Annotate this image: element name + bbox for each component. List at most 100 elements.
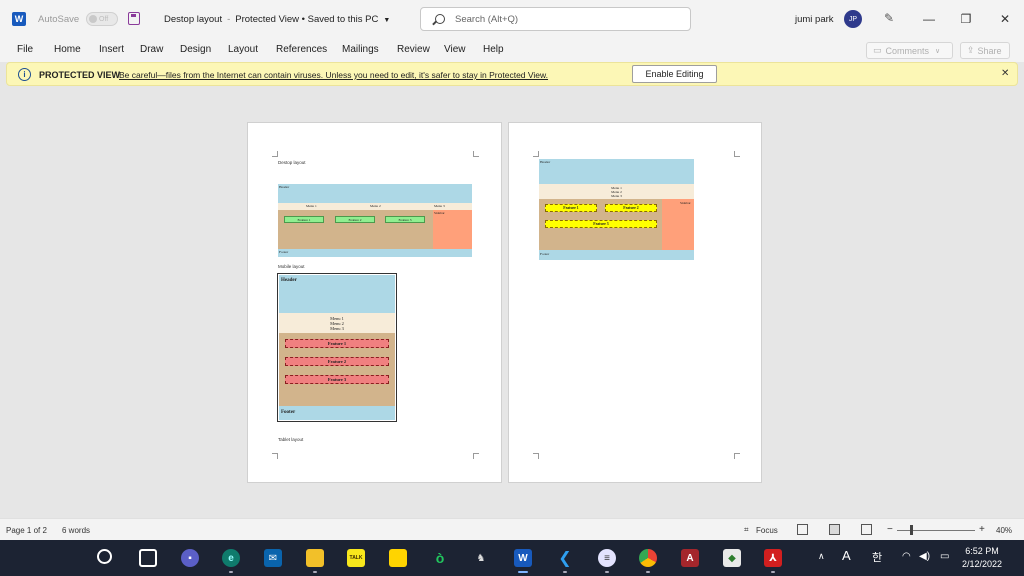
tab-review[interactable]: Review [397, 44, 430, 55]
tab-mailings[interactable]: Mailings [342, 44, 379, 55]
desktop-menu-bar: Menu 1 Menu 2 Menu 3 [278, 203, 472, 210]
chevron-down-icon: ▼ [383, 17, 391, 24]
focus-button[interactable]: Focus [756, 526, 778, 535]
tablet-header: Header [539, 159, 694, 184]
desktop-feature-1: Feature 1 [284, 216, 324, 223]
chevron-down-icon: ∨ [935, 47, 941, 55]
desktop-feature-2: Feature 2 [335, 216, 375, 223]
running-indicator [229, 571, 233, 573]
mobile-frame: Header Menu 1 Menu 2 Menu 3 Feature 1 Fe… [277, 273, 397, 422]
mobile-footer-label: Footer [281, 410, 296, 415]
read-mode-icon[interactable] [797, 524, 808, 535]
zoom-level[interactable]: 40% [996, 526, 1012, 535]
tab-file[interactable]: File [17, 44, 33, 55]
comments-button[interactable]: ▭ Comments ∨ [866, 42, 953, 59]
font-tray-icon[interactable]: A [842, 548, 851, 563]
teams-chat-icon[interactable]: ▪ [181, 549, 199, 567]
close-button[interactable]: ✕ [990, 6, 1020, 32]
minimize-button[interactable]: — [914, 6, 944, 32]
page-count[interactable]: Page 1 of 2 [6, 526, 47, 535]
crop-mark [473, 453, 479, 459]
tablet-sidebar: Sidebar [662, 199, 694, 250]
crop-mark [533, 453, 539, 459]
desktop-menu-2: Menu 2 [370, 204, 381, 208]
avatar[interactable]: JP [844, 10, 862, 28]
search-box[interactable]: Search (Alt+Q) [420, 7, 691, 31]
tablet-feature-2: Feature 2 [605, 204, 657, 212]
zoom-slider-thumb[interactable] [910, 525, 913, 535]
save-icon[interactable] [128, 12, 140, 25]
volume-icon[interactable]: ◀) [919, 551, 930, 562]
enable-editing-button[interactable]: Enable Editing [632, 65, 717, 83]
tab-help[interactable]: Help [483, 44, 504, 55]
mobile-feature-3: Feature 3 [285, 375, 389, 384]
zoom-in-button[interactable]: + [979, 524, 985, 535]
document-page-1[interactable]: Destop layout Header Menu 1 Menu 2 Menu … [247, 122, 502, 483]
tablet-layout-caption: Tablet layout [278, 437, 304, 442]
mobile-header: Header [279, 275, 395, 313]
chrome-icon[interactable] [639, 549, 657, 567]
task-view-icon[interactable] [139, 549, 157, 567]
tab-insert[interactable]: Insert [99, 44, 124, 55]
zoom-slider[interactable] [897, 530, 975, 531]
file-explorer-icon[interactable] [306, 549, 324, 567]
mobile-feature-1: Feature 1 [285, 339, 389, 348]
clock-time: 6:52 PM [965, 546, 999, 556]
zoom-out-button[interactable]: − [887, 524, 893, 535]
search-placeholder: Search (Alt+Q) [455, 13, 519, 25]
mobile-header-label: Header [281, 278, 297, 283]
tab-home[interactable]: Home [54, 44, 81, 55]
focus-icon: ⌗ [744, 525, 749, 534]
user-name[interactable]: jumi park [795, 14, 834, 25]
share-label: Share [977, 45, 1002, 56]
paint-icon[interactable]: ◆ [723, 549, 741, 567]
game-app-icon[interactable]: ♞ [472, 549, 490, 567]
mobile-menu-3: Menu 3 [330, 325, 344, 331]
desktop-header-label: Header [279, 185, 290, 189]
web-layout-icon[interactable] [861, 524, 872, 535]
desktop-sidebar: Sidebar [433, 210, 472, 249]
search-icon[interactable] [97, 549, 112, 564]
app-icon[interactable]: ≡ [598, 549, 616, 567]
autosave-toggle[interactable]: Off [86, 12, 118, 26]
pen-icon[interactable]: ✎ [884, 11, 894, 25]
protected-view-message[interactable]: Be careful—files from the Internet can c… [119, 70, 548, 80]
ime-tray-icon[interactable]: 한 [872, 549, 882, 565]
print-layout-icon[interactable] [829, 524, 840, 535]
vscode-icon[interactable]: ❮ [556, 549, 574, 567]
tab-layout[interactable]: Layout [228, 44, 258, 55]
kakaotalk-icon[interactable]: TALK [347, 549, 365, 567]
tab-references[interactable]: References [276, 44, 327, 55]
status-bar: Page 1 of 2 6 words ⌗ Focus − + 40% [0, 518, 1024, 540]
sticky-notes-icon[interactable] [389, 549, 407, 567]
tab-view[interactable]: View [444, 44, 466, 55]
autosave-label: AutoSave [38, 14, 80, 25]
share-icon: ⇪ [967, 45, 975, 55]
mobile-menu: Menu 1 Menu 2 Menu 3 [279, 313, 395, 333]
word-icon[interactable]: W [514, 549, 532, 567]
clock[interactable]: 6:52 PM 2/12/2022 [962, 545, 1002, 571]
chevron-up-icon[interactable]: ∧ [818, 551, 825, 562]
green-app-icon[interactable]: ò [431, 549, 449, 567]
share-button[interactable]: ⇪ Share [960, 42, 1010, 59]
tablet-menu-3: Menu 3 [611, 193, 622, 198]
protected-view-title: PROTECTED VIEW [39, 70, 121, 80]
tab-design[interactable]: Design [180, 44, 211, 55]
restore-button[interactable]: ❐ [951, 6, 981, 32]
windows-start-icon[interactable] [56, 549, 73, 566]
word-count[interactable]: 6 words [62, 526, 90, 535]
document-page-2[interactable]: Header Menu 1 Menu 2 Menu 3 Feature 1 Fe… [508, 122, 762, 483]
mail-icon[interactable]: ✉ [264, 549, 282, 567]
desktop-content: Feature 1 Feature 2 Feature 3 [278, 210, 433, 249]
wifi-icon[interactable]: ◠ [902, 551, 911, 562]
battery-icon[interactable]: ▭ [940, 551, 949, 562]
access-icon[interactable]: A [681, 549, 699, 567]
edge-icon[interactable]: e [222, 549, 240, 567]
search-icon [435, 14, 445, 24]
acrobat-icon[interactable]: ⅄ [764, 549, 782, 567]
document-title[interactable]: Destop layout - Protected View • Saved to … [164, 14, 390, 25]
mobile-footer: Footer [279, 406, 395, 420]
tab-draw[interactable]: Draw [140, 44, 163, 55]
running-indicator [313, 571, 317, 573]
close-icon[interactable]: ✕ [1001, 68, 1009, 79]
